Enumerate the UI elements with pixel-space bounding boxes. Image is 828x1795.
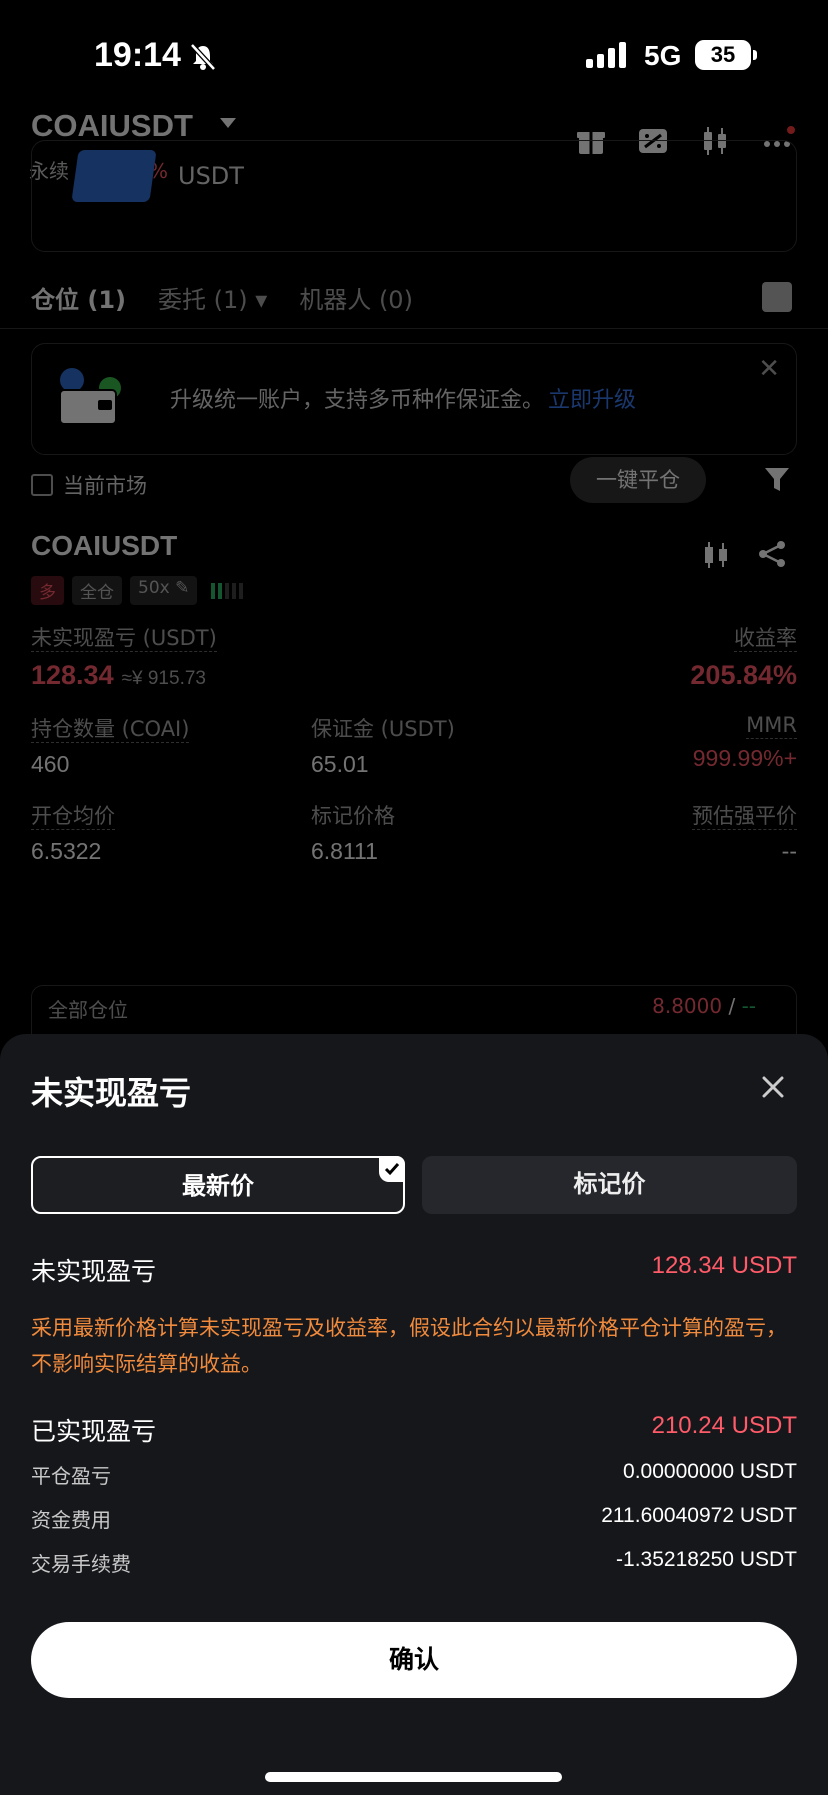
trading-fee-row: 交易手续费 -1.35218250 USDT [31, 1548, 797, 1577]
position-tabs: 仓位 (1) 委托 (1) ▾ 机器人 (0) [31, 280, 413, 315]
home-indicator[interactable] [265, 1772, 562, 1782]
unrealized-pnl-cny: ≈¥ 915.73 [121, 668, 206, 689]
margin-field: 保证金 (USDT) 65.01 [311, 713, 455, 778]
roe-label: 收益率 [734, 626, 797, 652]
margin-value: 65.01 [311, 751, 369, 777]
signal-icon [586, 42, 626, 68]
position-symbol: COAIUSDT [31, 530, 178, 561]
tab-orders[interactable]: 委托 (1) ▾ [158, 280, 267, 315]
filter-icon[interactable] [762, 464, 792, 494]
unrealized-pnl-value: 128.34 USDT [651, 1252, 797, 1279]
wallet-coins-icon [59, 368, 121, 425]
mark-price-value: 6.8111 [311, 838, 378, 864]
side-badge: 多 [31, 576, 64, 605]
checkbox[interactable] [31, 474, 53, 496]
sl-value: -- [741, 994, 756, 1018]
mmr-label: MMR [746, 713, 797, 739]
roe-field: 收益率 205.84% [690, 622, 797, 691]
close-pnl-value: 0.00000000 USDT [623, 1460, 797, 1483]
quantity-field: 持仓数量 (COAI) 460 [31, 713, 190, 778]
liq-price-label: 预估强平价 [692, 804, 797, 830]
sheet-title: 未实现盈亏 [31, 1074, 192, 1112]
mark-price-field: 标记价格 6.8111 [311, 800, 395, 865]
position-actions [700, 538, 788, 570]
unrealized-pnl-label: 未实现盈亏 [31, 1257, 157, 1286]
unrealized-pnl-label: 未实现盈亏 (USDT) [31, 626, 217, 652]
asset-label: USDT [178, 162, 244, 190]
bell-muted-icon [190, 43, 216, 71]
adl-indicator [205, 576, 244, 605]
upgrade-link[interactable]: 立即升级 [548, 388, 636, 413]
battery-icon: 35 [695, 40, 757, 70]
share-icon[interactable] [756, 538, 788, 570]
close-icon[interactable] [756, 1070, 790, 1104]
pnl-note: 采用最新价格计算未实现盈亏及收益率，假设此合约以最新价格平仓计算的盈亏，不影响实… [31, 1316, 787, 1376]
mark-price-label: 标记价格 [311, 804, 395, 828]
entry-price-label: 开仓均价 [31, 804, 115, 830]
all-positions-label: 全部仓位 [48, 998, 128, 1022]
tab-bots[interactable]: 机器人 (0) [299, 280, 413, 315]
status-time: 19:14 [94, 36, 181, 74]
realized-pnl-row: 已实现盈亏 210.24 USDT [31, 1412, 797, 1448]
close-pnl-label: 平仓盈亏 [31, 1464, 111, 1488]
divider [0, 328, 828, 329]
unrealized-pnl-sheet: 未实现盈亏 最新价 标记价 未实现盈亏 128.34 USDT 采用最新价格计算… [0, 1034, 828, 1795]
leverage-value: 50x [138, 578, 170, 598]
check-icon [379, 1156, 405, 1182]
funding-fee-label: 资金费用 [31, 1508, 111, 1532]
mmr-value: 999.99%+ [692, 745, 797, 771]
tab-mark-price[interactable]: 标记价 [422, 1156, 797, 1214]
quantity-label: 持仓数量 (COAI) [31, 717, 190, 743]
funding-fee-value: 211.60040972 USDT [601, 1504, 797, 1527]
close-all-button[interactable]: 一键平仓 [570, 457, 706, 503]
close-pnl-row: 平仓盈亏 0.00000000 USDT [31, 1460, 797, 1489]
tab-orders-label: 委托 (1) [158, 286, 248, 314]
wallet-illustration [71, 150, 157, 202]
roe-value: 205.84% [690, 660, 797, 690]
banner-text: 升级统一账户，支持多币种作保证金。 立即升级 [170, 382, 636, 414]
banner-message: 升级统一账户，支持多币种作保证金。 [170, 388, 545, 413]
margin-mode-badge: 全仓 [72, 576, 122, 605]
realized-pnl-label: 已实现盈亏 [31, 1417, 157, 1446]
tab-latest-price[interactable]: 最新价 [31, 1156, 405, 1214]
position-tags: 多 全仓 50x ✎ [31, 576, 244, 605]
unrealized-pnl-field: 未实现盈亏 (USDT) 128.34 ≈¥ 915.73 [31, 622, 217, 691]
quantity-value: 460 [31, 751, 70, 777]
unrealized-pnl-row: 未实现盈亏 128.34 USDT [31, 1252, 797, 1288]
trading-fee-value: -1.35218250 USDT [616, 1548, 797, 1571]
funding-fee-row: 资金费用 211.60040972 USDT [31, 1504, 797, 1533]
chevron-down-icon[interactable] [220, 118, 236, 128]
entry-price-field: 开仓均价 6.5322 [31, 800, 115, 865]
close-icon[interactable]: ✕ [758, 354, 780, 384]
current-market-filter[interactable]: 当前市场 [31, 470, 147, 500]
leverage-badge[interactable]: 50x ✎ [130, 576, 198, 605]
confirm-button[interactable]: 确认 [31, 1622, 797, 1698]
history-icon[interactable] [762, 282, 792, 312]
pair-title[interactable]: COAIUSDT [31, 108, 193, 144]
liq-price-value: -- [781, 838, 797, 864]
tp-value: 8.8000 [652, 994, 723, 1018]
entry-price-value: 6.5322 [31, 838, 102, 864]
upgrade-banner: 升级统一账户，支持多币种作保证金。 立即升级 ✕ [31, 343, 797, 455]
unrealized-pnl-value: 128.34 [31, 660, 114, 690]
margin-label: 保证金 (USDT) [311, 717, 455, 741]
trading-fee-label: 交易手续费 [31, 1552, 131, 1576]
mmr-field: MMR 999.99%+ [693, 713, 797, 772]
liq-price-field: 预估强平价 -- [692, 800, 797, 865]
background-page: COAIUSDT 永续+17.34% USDT 仓位 (1) 委托 (1) ▾ … [0, 100, 828, 1055]
chart-icon[interactable] [700, 538, 732, 570]
tpsl-separator: / [722, 994, 742, 1018]
tab-positions[interactable]: 仓位 (1) [31, 280, 126, 315]
status-bar: 19:14 5G 35 [0, 0, 828, 110]
current-market-label: 当前市场 [63, 474, 147, 498]
tpsl-values: 8.8000 / -- [652, 994, 756, 1018]
network-type: 5G [644, 40, 682, 71]
tab-latest-price-label: 最新价 [182, 1172, 254, 1200]
realized-pnl-value: 210.24 USDT [651, 1412, 797, 1439]
